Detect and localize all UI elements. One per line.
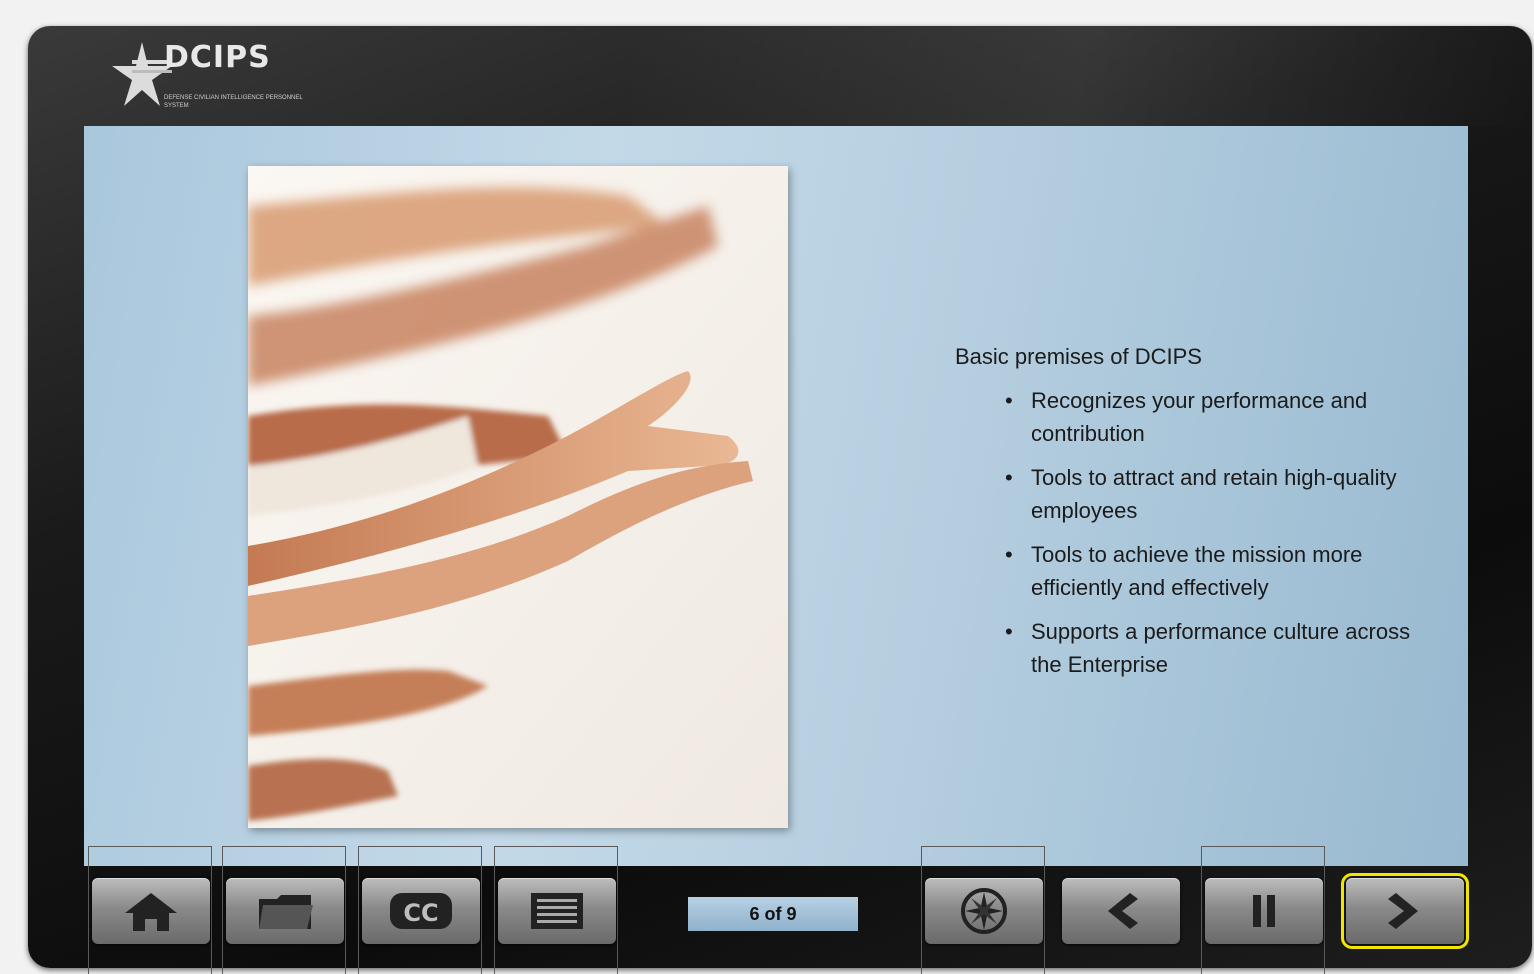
bullet-item: Tools to achieve the mission more effici… [1005,538,1435,604]
dcips-logo: DCIPS DEFENSE CIVILIAN INTELLIGENCE PERS… [112,40,322,120]
navigation-button[interactable] [925,878,1043,944]
slide-content: Basic premises of DCIPS Recognizes your … [955,344,1435,692]
bullet-item: Supports a performance culture across th… [1005,615,1435,681]
applause-photo [248,166,788,828]
menu-button[interactable] [498,878,616,944]
logo-subtitle: DEFENSE CIVILIAN INTELLIGENCE PERSONNEL … [164,95,303,109]
previous-button[interactable] [1062,878,1180,944]
pause-button[interactable] [1205,878,1323,944]
bullet-item: Tools to attract and retain high-quality… [1005,461,1435,527]
resources-button[interactable] [226,878,344,944]
star-logo-icon [112,42,172,106]
cc-icon: CC [390,893,452,929]
pause-icon [1253,895,1275,927]
page-counter: 6 of 9 [688,897,858,931]
chevron-right-icon [1388,893,1418,929]
bullet-list: Recognizes your performance and contribu… [955,384,1435,681]
list-icon [531,893,583,929]
compass-icon [961,888,1007,934]
home-icon [125,893,177,931]
logo-title: DCIPS [164,40,271,75]
svg-text:CC: CC [403,899,438,927]
slide-heading: Basic premises of DCIPS [955,344,1202,369]
folder-icon [259,895,313,929]
chevron-left-icon [1108,893,1138,929]
bullet-item: Recognizes your performance and contribu… [1005,384,1435,450]
home-button[interactable] [92,878,210,944]
next-button[interactable] [1341,873,1469,949]
closed-captions-button[interactable]: CC [362,878,480,944]
